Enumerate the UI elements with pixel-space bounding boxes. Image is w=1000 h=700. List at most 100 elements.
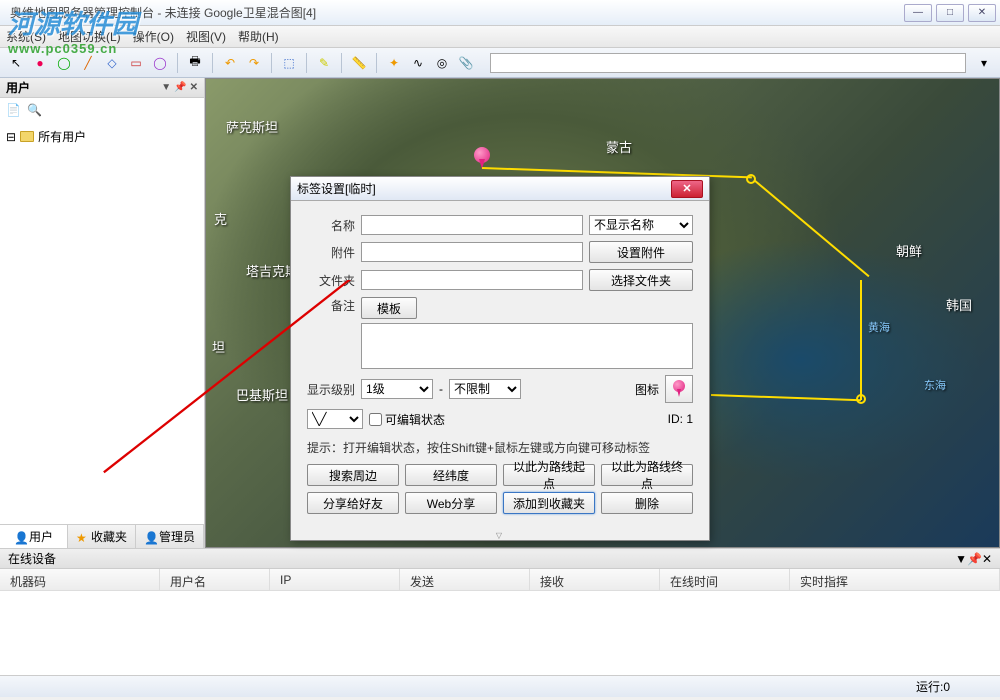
col-realtime[interactable]: 实时指挥 (790, 569, 1000, 590)
sidebar-tools: 📄 🔍 (0, 98, 204, 122)
share-friend-button[interactable]: 分享给好友 (307, 492, 399, 514)
tool-ruler-icon[interactable]: 📏 (349, 53, 369, 73)
admin-icon: 👤 (144, 531, 156, 543)
maximize-button[interactable]: □ (936, 4, 964, 22)
delete-button[interactable]: 删除 (601, 492, 693, 514)
label-name: 名称 (307, 217, 355, 234)
select-folder-button[interactable]: 选择文件夹 (589, 269, 693, 291)
map-route-line (860, 280, 862, 400)
tool-ellipse-icon[interactable]: ◯ (150, 53, 170, 73)
map-label-east-sea: 东海 (924, 377, 946, 393)
name-input[interactable] (361, 215, 583, 235)
panel-pin-icon[interactable]: 📌 (967, 552, 982, 566)
sidebar-copy-icon[interactable]: 📄 (6, 103, 21, 117)
tool-path-icon[interactable]: ∿ (408, 53, 428, 73)
tool-pencil-icon[interactable]: ✎ (314, 53, 334, 73)
toolbar: ↖ ● ◯ ╱ ◇ ▭ ◯ 🖶 ↶ ↷ ⬚ ✎ 📏 ✦ ∿ ◎ 📎 ▾ (0, 48, 1000, 78)
watermark: 河源软件园 www.pc0359.cn (8, 4, 138, 56)
map-label-kazakhstan: 萨克斯坦 (226, 117, 278, 136)
label-attachment: 附件 (307, 244, 355, 261)
tool-target-icon[interactable]: ◎ (432, 53, 452, 73)
level-to-select[interactable]: 不限制 (449, 379, 521, 399)
watermark-line2: www.pc0359.cn (8, 41, 138, 56)
coords-button[interactable]: 经纬度 (405, 464, 497, 486)
id-label: ID: 1 (668, 412, 693, 426)
sidebar-search-icon[interactable]: 🔍 (27, 103, 42, 117)
label-level: 显示级别 (307, 381, 355, 398)
tool-attach-icon[interactable]: 📎 (456, 53, 476, 73)
web-share-button[interactable]: Web分享 (405, 492, 497, 514)
panel-close-icon[interactable]: ✕ (982, 552, 992, 566)
add-favorite-button[interactable]: 添加到收藏夹 (503, 492, 595, 514)
map-label-tan: 坦 (212, 337, 225, 356)
folder-input[interactable] (361, 270, 583, 290)
template-button[interactable]: 模板 (361, 297, 417, 319)
name-display-select[interactable]: 不显示名称 (589, 215, 693, 235)
dialog-title: 标签设置[临时] (297, 180, 671, 197)
icon-picker[interactable] (665, 375, 693, 403)
menu-view[interactable]: 视图(V) (186, 28, 226, 45)
editable-checkbox[interactable] (369, 413, 382, 426)
window-title: 奥维地图服务器管理控制台 - 未连接 Google卫星混合图[4] (4, 4, 904, 21)
pin-icon (673, 380, 685, 398)
col-online-time[interactable]: 在线时间 (660, 569, 790, 590)
tree-expand-icon[interactable]: ⊟ (6, 130, 16, 144)
map-label-mongolia: 蒙古 (606, 137, 632, 156)
sidebar-close-icon[interactable]: ✕ (190, 82, 198, 93)
menubar: 系统(S) 地图切换(L) 操作(O) 视图(V) 帮助(H) (0, 26, 1000, 48)
menu-help[interactable]: 帮助(H) (238, 28, 279, 45)
route-end-button[interactable]: 以此为路线终点 (601, 464, 693, 486)
map-label-pakistan: 巴基斯坦 (236, 385, 288, 404)
close-button[interactable]: ✕ (968, 4, 996, 22)
sidebar-tabs: 👤 用户 ★ 收藏夹 👤 管理员 (0, 524, 204, 548)
titlebar: 奥维地图服务器管理控制台 - 未连接 Google卫星混合图[4] — □ ✕ (0, 0, 1000, 26)
table-header: 机器码 用户名 IP 发送 接收 在线时间 实时指挥 (0, 569, 1000, 591)
sidebar-dropdown-icon[interactable]: ▼ (161, 82, 171, 93)
bottom-panel-title: 在线设备 (8, 550, 56, 567)
editable-checkbox-label[interactable]: 可编辑状态 (369, 411, 445, 428)
tool-print-icon[interactable]: 🖶 (185, 53, 205, 73)
col-ip[interactable]: IP (270, 569, 400, 590)
remark-textarea[interactable] (361, 323, 693, 369)
watermark-line1: 河源软件园 (8, 4, 138, 41)
tab-user[interactable]: 👤 用户 (0, 525, 68, 548)
star-icon: ★ (76, 531, 88, 543)
map-label-yellow-sea: 黄海 (868, 319, 890, 335)
toolbar-dropdown-icon[interactable]: ▾ (974, 53, 994, 73)
level-from-select[interactable]: 1级 (361, 379, 433, 399)
col-user[interactable]: 用户名 (160, 569, 270, 590)
user-icon: 👤 (14, 531, 26, 543)
tool-undo-icon[interactable]: ↶ (220, 53, 240, 73)
map-label-ke: 克 (214, 209, 227, 228)
dialog-titlebar[interactable]: 标签设置[临时] ✕ (291, 177, 709, 201)
label-remark: 备注 (307, 297, 355, 314)
tree-root-item[interactable]: ⊟ 所有用户 (6, 126, 198, 147)
search-around-button[interactable]: 搜索周边 (307, 464, 399, 486)
online-devices-panel: 在线设备 ▼ 📌 ✕ 机器码 用户名 IP 发送 接收 在线时间 实时指挥 (0, 548, 1000, 675)
tab-favorites[interactable]: ★ 收藏夹 (68, 525, 136, 548)
tool-select-icon[interactable]: ⬚ (279, 53, 299, 73)
sidebar-header: 用户 ▼ 📌 ✕ (0, 78, 204, 98)
col-machine[interactable]: 机器码 (0, 569, 160, 590)
set-attachment-button[interactable]: 设置附件 (589, 241, 693, 263)
user-tree: ⊟ 所有用户 (0, 122, 204, 524)
table-body (0, 591, 1000, 675)
route-start-button[interactable]: 以此为路线起点 (503, 464, 595, 486)
col-send[interactable]: 发送 (400, 569, 530, 590)
tab-admin[interactable]: 👤 管理员 (136, 525, 204, 548)
attachment-input[interactable] (361, 242, 583, 262)
toolbar-search-input[interactable] (490, 53, 966, 73)
tree-root-label: 所有用户 (38, 128, 86, 145)
col-recv[interactable]: 接收 (530, 569, 660, 590)
minimize-button[interactable]: — (904, 4, 932, 22)
tool-star-icon[interactable]: ✦ (384, 53, 404, 73)
dialog-resize-grip[interactable]: ▽ (291, 530, 709, 540)
sidebar-title: 用户 (6, 79, 30, 96)
dialog-close-button[interactable]: ✕ (671, 180, 703, 198)
small-select[interactable]: ╲╱ (307, 409, 363, 429)
label-settings-dialog: 标签设置[临时] ✕ 名称 不显示名称 附件 设置附件 文件夹 选择文件夹 备注… (290, 176, 710, 541)
sidebar-pin-icon[interactable]: 📌 (174, 82, 186, 93)
panel-dropdown-icon[interactable]: ▼ (955, 552, 967, 566)
menu-operate[interactable]: 操作(O) (133, 28, 174, 45)
tool-redo-icon[interactable]: ↷ (244, 53, 264, 73)
